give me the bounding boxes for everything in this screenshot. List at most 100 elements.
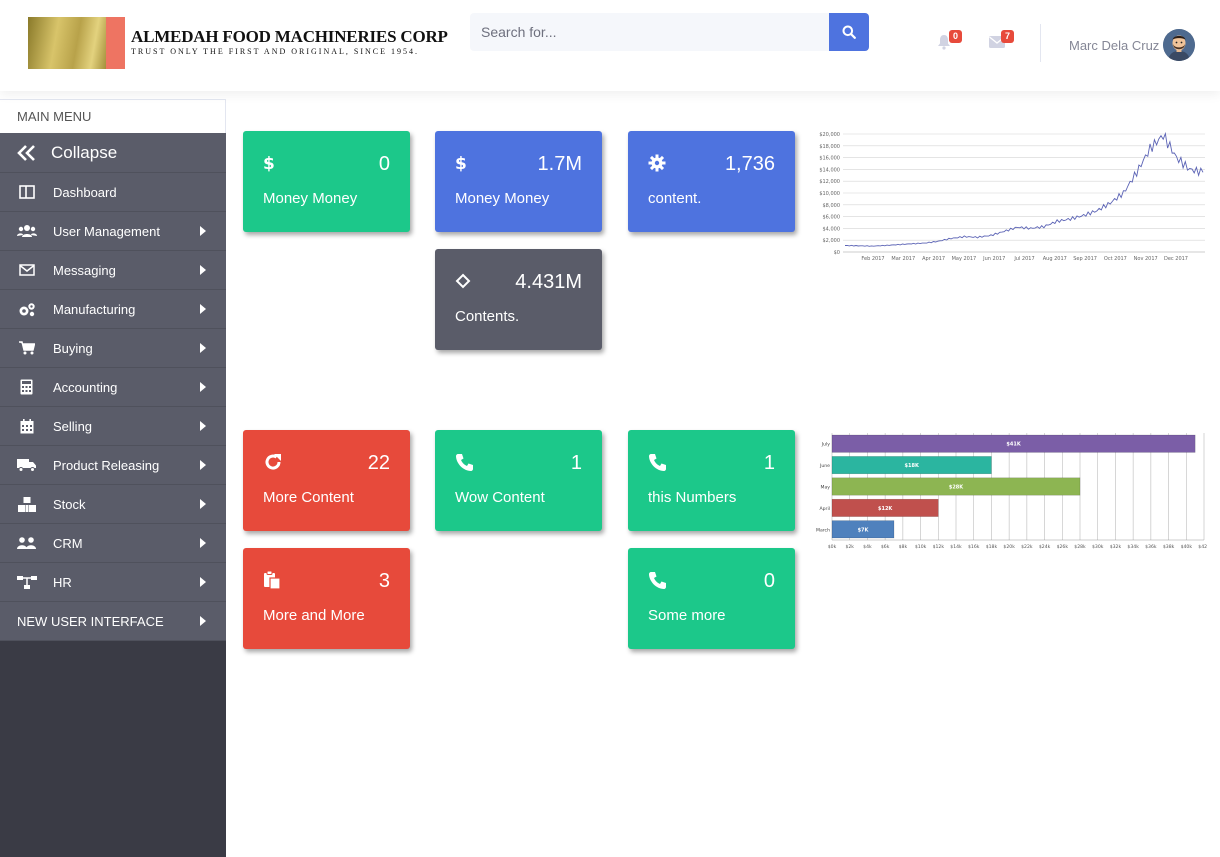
- sidebar-heading: MAIN MENU: [0, 99, 226, 133]
- x-tick-label: $12k: [933, 544, 945, 550]
- x-tick-label: Jul 2017: [1013, 256, 1034, 262]
- category-label: July: [821, 442, 831, 448]
- x-tick-label: $14k: [950, 544, 962, 550]
- caret-right-icon: [200, 343, 206, 353]
- dollar-icon: $: [455, 153, 475, 173]
- cart-icon: [18, 341, 35, 355]
- topbar-divider: [1040, 24, 1041, 62]
- stat-card[interactable]: 4.431M Contents.: [435, 249, 602, 350]
- sidebar-collapse-button[interactable]: Collapse: [0, 133, 226, 173]
- caret-right-icon: [200, 499, 206, 509]
- sidebar-item-stock[interactable]: Stock: [0, 485, 226, 524]
- search-input[interactable]: [470, 13, 829, 51]
- x-tick-label: $38k: [1163, 544, 1175, 550]
- caret-right-icon: [200, 538, 206, 548]
- diamond-icon: [455, 271, 475, 291]
- sidebar-item-buying[interactable]: Buying: [0, 329, 226, 368]
- y-tick-label: $14,000: [819, 167, 840, 173]
- sidebar-item-user-management[interactable]: User Management: [0, 212, 226, 251]
- sidebar-item-messaging[interactable]: Messaging: [0, 251, 226, 290]
- sidebar-item-manufacturing[interactable]: Manufacturing: [0, 290, 226, 329]
- x-tick-label: $22k: [1021, 544, 1033, 550]
- stat-card[interactable]: 0 Some more: [628, 548, 795, 649]
- x-tick-label: Sep 2017: [1073, 256, 1097, 262]
- stat-card[interactable]: 1 this Numbers: [628, 430, 795, 531]
- caret-right-icon: [200, 577, 206, 587]
- truck-icon: [16, 459, 36, 472]
- logo-red-mark: [106, 17, 125, 69]
- category-label: April: [820, 506, 831, 512]
- stat-card-label: this Numbers: [648, 489, 737, 506]
- x-tick-label: $24k: [1039, 544, 1051, 550]
- x-tick-label: Dec 2017: [1164, 256, 1188, 262]
- x-tick-label: May 2017: [952, 256, 977, 262]
- sidebar-item-product-releasing[interactable]: Product Releasing: [0, 446, 226, 485]
- y-tick-label: $2,000: [823, 238, 841, 244]
- stat-card[interactable]: $ 0 Money Money: [243, 131, 410, 232]
- stat-card-value: 1.7M: [537, 153, 582, 175]
- stat-card[interactable]: 22 More Content: [243, 430, 410, 531]
- user-name[interactable]: Marc Dela Cruz: [1069, 38, 1159, 53]
- x-tick-label: $36k: [1145, 544, 1157, 550]
- sidebar-menu: Collapse Dashboard User Management Messa…: [0, 133, 226, 641]
- svg-text:$: $: [263, 154, 275, 172]
- caret-right-icon: [200, 460, 206, 470]
- sidebar-item-new-user-interface[interactable]: NEW USER INTERFACE: [0, 602, 226, 641]
- stat-card-value: 3: [378, 570, 390, 592]
- sidebar-item-label: NEW USER INTERFACE: [17, 613, 164, 629]
- stat-card[interactable]: 1 Wow Content: [435, 430, 602, 531]
- company-logo[interactable]: ALMEDAH FOOD MACHINERIES CORP TRUST ONLY…: [28, 17, 470, 69]
- stat-card-label: Money Money: [455, 190, 550, 207]
- caret-right-icon: [200, 382, 206, 392]
- top-bar: ALMEDAH FOOD MACHINERIES CORP TRUST ONLY…: [0, 0, 1220, 91]
- sidebar-item-crm[interactable]: CRM: [0, 524, 226, 563]
- sidebar-item-hr[interactable]: HR: [0, 563, 226, 602]
- avatar-image: [1163, 29, 1195, 61]
- stat-card-value: 1: [763, 452, 775, 474]
- search-bar: [470, 13, 869, 51]
- users-icon: [16, 225, 37, 237]
- x-tick-label: $0k: [828, 544, 837, 550]
- messages-count-badge: 7: [1001, 30, 1014, 43]
- bar-data-label: $18K: [905, 463, 920, 469]
- bar-data-label: $12K: [878, 506, 893, 512]
- stat-card-value: 1: [570, 452, 582, 474]
- y-tick-label: $18,000: [819, 144, 840, 150]
- stat-card-label: More and More: [263, 607, 365, 624]
- caret-right-icon: [200, 304, 206, 314]
- x-tick-label: $42k: [1198, 544, 1207, 550]
- y-tick-label: $0: [834, 250, 840, 256]
- dashboard-icon: [18, 185, 35, 199]
- x-tick-label: $8k: [899, 544, 908, 550]
- user-avatar[interactable]: [1163, 29, 1195, 61]
- x-tick-label: $32k: [1110, 544, 1122, 550]
- y-tick-label: $10,000: [819, 191, 840, 197]
- x-tick-label: Apr 2017: [922, 256, 945, 262]
- cogs-icon: [19, 302, 35, 316]
- x-tick-label: $20k: [1003, 544, 1015, 550]
- sidebar-item-dashboard[interactable]: Dashboard: [0, 173, 226, 212]
- cubes-icon: [17, 496, 36, 512]
- x-tick-label: $10k: [915, 544, 927, 550]
- y-tick-label: $4,000: [823, 226, 841, 232]
- double-chevron-left-icon: [17, 144, 35, 161]
- stat-card[interactable]: 1,736 content.: [628, 131, 795, 232]
- calendar-icon: [20, 418, 33, 433]
- envelope-icon: [18, 264, 35, 276]
- messages-button[interactable]: 7: [989, 30, 1019, 54]
- stat-card-value: 0: [378, 153, 390, 175]
- x-tick-label: Mar 2017: [891, 256, 915, 262]
- clipboard-icon: [263, 570, 283, 590]
- company-name: ALMEDAH FOOD MACHINERIES CORP: [131, 27, 448, 46]
- logo-gold-mark: [28, 17, 108, 69]
- search-button[interactable]: [829, 13, 869, 51]
- sidebar-item-selling[interactable]: Selling: [0, 407, 226, 446]
- sitemap-icon: [16, 575, 37, 589]
- stat-card[interactable]: $ 1.7M Money Money: [435, 131, 602, 232]
- x-tick-label: Jun 2017: [982, 256, 1005, 262]
- x-tick-label: $6k: [881, 544, 890, 550]
- alerts-button[interactable]: 0: [937, 30, 967, 54]
- sidebar-item-accounting[interactable]: Accounting: [0, 368, 226, 407]
- stat-card[interactable]: 3 More and More: [243, 548, 410, 649]
- stat-card-value: 1,736: [724, 153, 775, 175]
